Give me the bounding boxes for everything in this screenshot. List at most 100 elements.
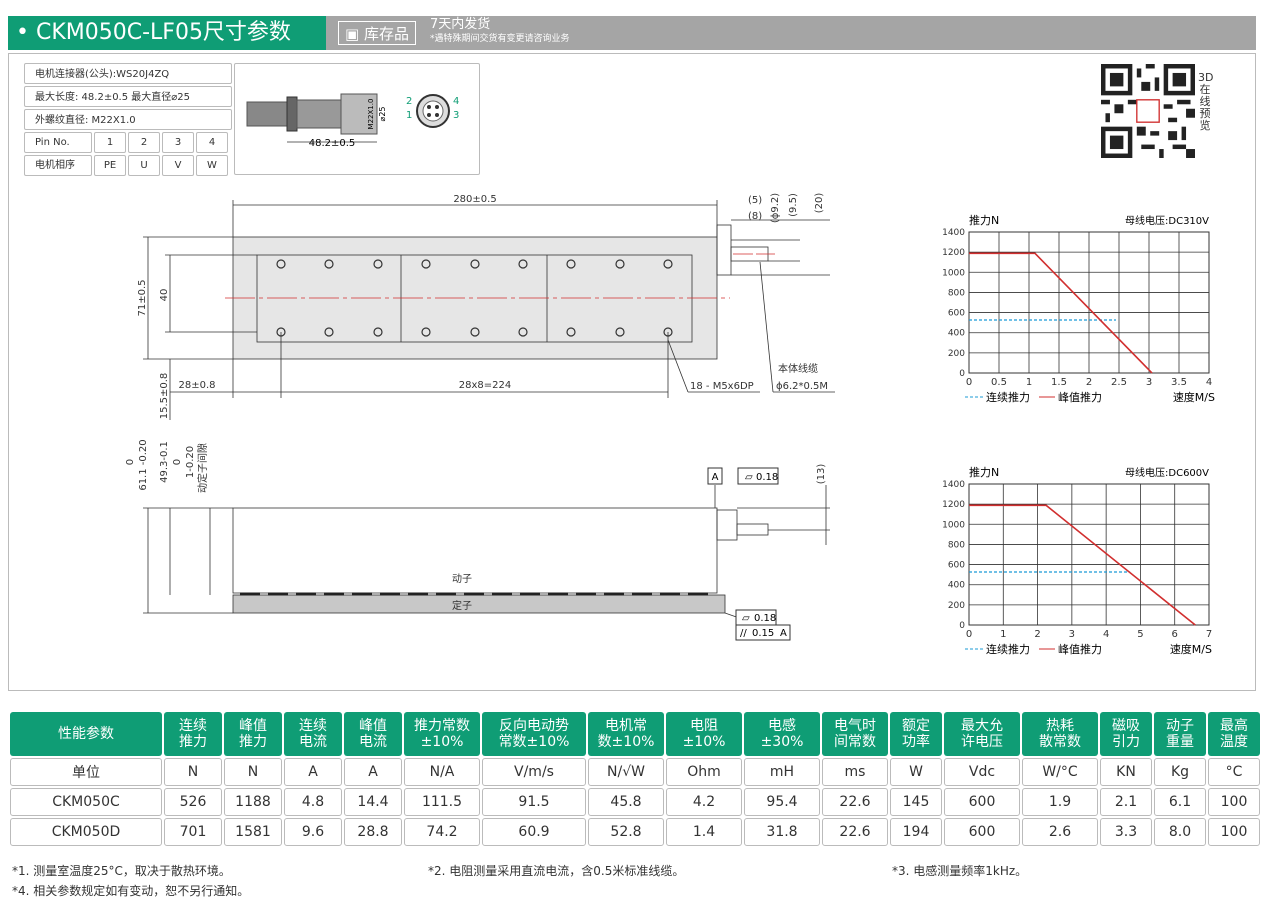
- note-3: *3. 电感测量频率1kHz。: [892, 864, 1028, 878]
- x-tick-label: 3: [1146, 377, 1152, 388]
- dim-13: (13): [816, 464, 827, 485]
- mover-side: [232, 507, 718, 594]
- perf-header-cell: 电感 ±30%: [744, 712, 820, 756]
- perf-cell: 4.8: [284, 788, 342, 816]
- perf-cell: 100: [1208, 788, 1260, 816]
- perf-cell: 14.4: [344, 788, 402, 816]
- perf-header-cell: 连续 电流: [284, 712, 342, 756]
- perf-cell: W: [890, 758, 942, 786]
- perf-cell: 526: [164, 788, 222, 816]
- thrust-chart-600v: 推力N 母线电压:DC600V 0 1 2 3 4 5 6 7 0 200 400 600 800 100…: [942, 465, 1212, 656]
- dim-95: (9.5): [788, 193, 799, 217]
- y-tick-label: 400: [948, 329, 965, 339]
- perf-cell: 1581: [224, 818, 282, 846]
- flatness-symbol: ▱: [745, 472, 753, 483]
- perf-cell: 45.8: [588, 788, 664, 816]
- perf-cell: 74.2: [404, 818, 480, 846]
- perf-header-cell: 峰值 推力: [224, 712, 282, 756]
- perf-cell: 31.8: [744, 818, 820, 846]
- perf-cell: °C: [1208, 758, 1260, 786]
- y-tick-label: 200: [948, 601, 965, 611]
- perf-header-cell: 额定 功率: [890, 712, 942, 756]
- perf-cell: N: [224, 758, 282, 786]
- y-tick-label: 800: [948, 288, 965, 298]
- chart-legend: 连续推力 峰值推力: [965, 642, 1102, 656]
- y-tick-label: 800: [948, 540, 965, 550]
- x-tick-label: 1.5: [1051, 377, 1067, 388]
- parallel-value: 0.15: [752, 628, 774, 639]
- perf-cell: CKM050D: [10, 818, 162, 846]
- legend-peak: 峰值推力: [1058, 642, 1102, 656]
- perf-row: CKM050C 526 1188 4.8 14.4 111.5 91.5 45.8 4.2 95.…: [10, 788, 1260, 816]
- perf-cell: 52.8: [588, 818, 664, 846]
- perf-header-cell: 最高 温度: [1208, 712, 1260, 756]
- perf-cell: 701: [164, 818, 222, 846]
- dim-offset: 28±0.8: [178, 380, 215, 391]
- dim-hole-spacing: 40: [159, 289, 170, 302]
- x-tick-label: 0: [966, 377, 972, 388]
- dim-overall-length: 280±0.5: [453, 194, 496, 205]
- x-tick-label: 2: [1034, 629, 1040, 640]
- note-1: *1. 测量室温度25°C，取决于散热环境。: [12, 864, 231, 878]
- perf-header-cell: 磁吸 引力: [1100, 712, 1152, 756]
- legend-continuous: 连续推力: [986, 642, 1030, 656]
- perf-row: 单位 N N A A N/A V/m/s N/√W Ohm mH ms W Vdc W/°C KN Kg °C: [10, 758, 1260, 786]
- flatness-symbol: ▱: [742, 613, 750, 624]
- perf-cell: N: [164, 758, 222, 786]
- qr-code[interactable]: [1101, 64, 1195, 158]
- y-tick-label: 600: [948, 309, 965, 319]
- y-tick-label: 1000: [942, 520, 965, 530]
- perf-cell: N/√W: [588, 758, 664, 786]
- y-tick-label: 400: [948, 581, 965, 591]
- perf-cell: 28.8: [344, 818, 402, 846]
- x-tick-label: 4: [1103, 629, 1109, 640]
- dim-width: 71±0.5: [137, 279, 148, 316]
- y-tick-label: 600: [948, 561, 965, 571]
- perf-cell: 1.9: [1022, 788, 1098, 816]
- cable-spec: ϕ6.2*0.5M: [776, 381, 828, 392]
- perf-cell: 22.6: [822, 818, 888, 846]
- perf-cell: 2.1: [1100, 788, 1152, 816]
- side-cable: [736, 523, 769, 536]
- y-tick-label: 0: [959, 369, 965, 379]
- perf-cell: 4.2: [666, 788, 742, 816]
- perf-header-cell: 最大允 许电压: [944, 712, 1020, 756]
- y-tick-label: 1000: [942, 268, 965, 278]
- perf-cell: 600: [944, 788, 1020, 816]
- perf-cell: CKM050C: [10, 788, 162, 816]
- dim-8: (8): [748, 211, 762, 222]
- perf-header-cell: 反向电动势 常数±10%: [482, 712, 586, 756]
- x-tick-label: 1: [1026, 377, 1032, 388]
- y-tick-label: 0: [959, 621, 965, 631]
- x-tick-label: 4: [1206, 377, 1212, 388]
- x-tick-label: 1: [1000, 629, 1006, 640]
- y-tick-label: 1400: [942, 228, 965, 238]
- perf-header-cell: 动子 重量: [1154, 712, 1206, 756]
- stator-side: [232, 594, 726, 614]
- perf-header-cell: 性能参数: [10, 712, 162, 756]
- holes-spec: 18 - M5x6DP: [690, 381, 754, 392]
- chart-voltage: 母线电压:DC310V: [1125, 214, 1209, 227]
- perf-header-cell: 连续 推力: [164, 712, 222, 756]
- perf-header-cell: 热耗 散常数: [1022, 712, 1098, 756]
- qr-label: 3D在线预览: [1198, 71, 1214, 132]
- performance-table: 性能参数 连续 推力 峰值 推力 连续 电流 峰值 电流 推力常数 ±10% 反向电动势 常数±10% 电…: [8, 710, 1262, 848]
- x-tick-label: 3: [1069, 629, 1075, 640]
- perf-cell: 91.5: [482, 788, 586, 816]
- perf-cell: 600: [944, 818, 1020, 846]
- leader: [759, 261, 774, 393]
- perf-header-cell: 电气时 间常数: [822, 712, 888, 756]
- perf-cell: 单位: [10, 758, 162, 786]
- perf-row: CKM050D 701 1581 9.6 28.8 74.2 60.9 52.8 1.4 31.8…: [10, 818, 1260, 846]
- x-tick-label: 6: [1172, 629, 1178, 640]
- perf-cell: 6.1: [1154, 788, 1206, 816]
- perf-cell: 22.6: [822, 788, 888, 816]
- perf-cell: 194: [890, 818, 942, 846]
- chart-plot: 0 0.5 1 1.5 2 2.5 3 3.5 4 0 200 400 600 800 1000 1200 14…: [942, 228, 1212, 388]
- x-tick-label: 0: [966, 629, 972, 640]
- performance-body: 单位 N N A A N/A V/m/s N/√W Ohm mH ms W Vdc W/°C KN Kg °C C…: [10, 758, 1260, 846]
- x-tick-label: 2.5: [1111, 377, 1127, 388]
- perf-cell: 111.5: [404, 788, 480, 816]
- y-tick-label: 1200: [942, 500, 965, 510]
- y-tick-label: 200: [948, 349, 965, 359]
